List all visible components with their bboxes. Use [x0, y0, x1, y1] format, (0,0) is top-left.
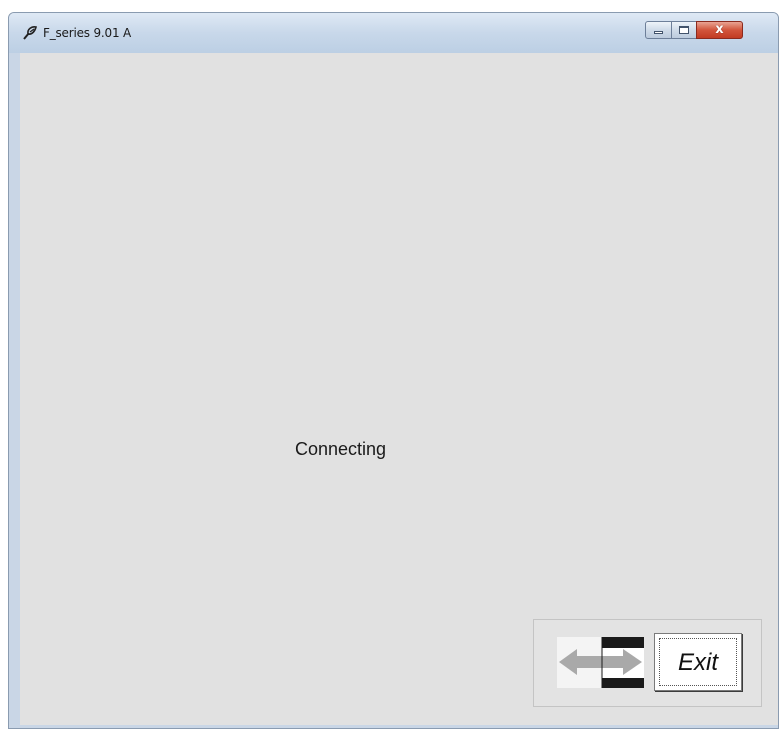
minimize-button[interactable]	[645, 21, 672, 39]
close-button[interactable]: x	[696, 21, 743, 39]
main-content-area: Connecting Exit	[20, 53, 778, 725]
maximize-button[interactable]	[671, 21, 697, 39]
nav-panel: Exit	[533, 619, 762, 707]
app-icon	[21, 24, 39, 42]
swap-button[interactable]	[557, 637, 644, 688]
minimize-icon	[654, 31, 663, 34]
exit-button[interactable]: Exit	[654, 633, 742, 691]
exit-button-label: Exit	[659, 638, 737, 686]
window-title: F_series 9.01 A	[43, 26, 131, 40]
title-bar[interactable]: F_series 9.01 A x	[9, 13, 778, 53]
status-text: Connecting	[295, 439, 387, 459]
close-icon: x	[715, 22, 724, 37]
swap-arrows-icon	[557, 637, 644, 688]
maximize-icon	[679, 26, 689, 34]
app-window: F_series 9.01 A x Connecting Exit	[8, 12, 779, 729]
